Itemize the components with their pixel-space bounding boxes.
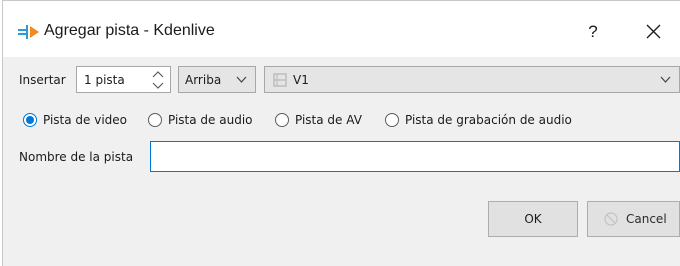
track-name-input[interactable] (150, 141, 680, 172)
track-count-spinbox[interactable]: 1 pista (76, 66, 171, 93)
spin-arrows-icon[interactable] (152, 70, 164, 90)
radio-circle[interactable] (23, 113, 37, 127)
ok-button-label: OK (524, 212, 542, 226)
radio-label: Pista de grabación de audio (405, 113, 572, 127)
position-select-value: Arriba (185, 73, 222, 87)
close-button[interactable] (633, 17, 673, 47)
cancel-button-label: Cancel (626, 212, 667, 226)
kdenlive-app-icon (18, 25, 39, 39)
chevron-down-icon (236, 76, 247, 83)
video-track-icon (273, 73, 287, 87)
window-title: Agregar pista - Kdenlive (44, 22, 215, 39)
ok-button[interactable]: OK (488, 201, 578, 237)
cancel-button[interactable]: Cancel (587, 201, 680, 237)
close-icon (646, 24, 660, 39)
track-count-value: 1 pista (84, 73, 125, 87)
track-select-value: V1 (293, 73, 309, 87)
insert-label: Insertar (19, 73, 66, 87)
chevron-down-icon (660, 76, 671, 83)
add-track-dialog: Agregar pista - Kdenlive ? Insertar 1 pi… (2, 0, 680, 266)
radio-label: Pista de AV (295, 113, 362, 127)
track-select[interactable]: V1 (264, 66, 680, 93)
radio-circle[interactable] (385, 113, 399, 127)
radio-label: Pista de audio (168, 113, 253, 127)
position-select[interactable]: Arriba (178, 66, 256, 93)
track-name-label: Nombre de la pista (19, 150, 134, 164)
radio-circle[interactable] (275, 113, 289, 127)
help-button[interactable]: ? (573, 17, 613, 47)
cancel-icon (604, 212, 618, 226)
radio-label: Pista de video (43, 113, 128, 127)
radio-circle[interactable] (148, 113, 162, 127)
title-bar: Agregar pista - Kdenlive ? (3, 1, 680, 57)
